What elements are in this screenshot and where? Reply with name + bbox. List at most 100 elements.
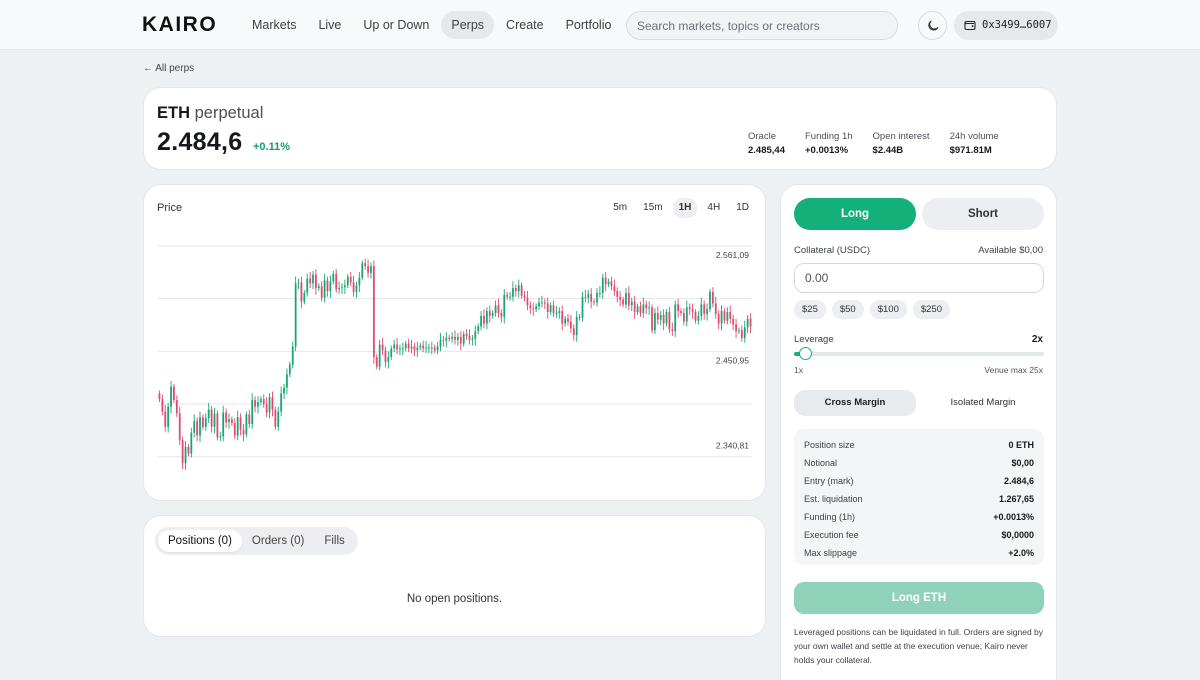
- price-change: +0.11%: [253, 141, 291, 153]
- wallet-button[interactable]: 0x3499…6007: [954, 11, 1058, 40]
- leverage-label: Leverage: [794, 334, 834, 345]
- candle-body: [372, 266, 375, 358]
- candle-body: [158, 393, 161, 400]
- candle-body: [274, 409, 277, 427]
- quick-amount-25[interactable]: $25: [794, 300, 826, 319]
- leverage-slider[interactable]: [794, 347, 1044, 360]
- summary-value: 0 ETH: [1008, 440, 1034, 450]
- candle-body: [294, 283, 297, 347]
- isolated-margin-button[interactable]: Isolated Margin: [922, 390, 1044, 416]
- tab-fills[interactable]: Fills: [314, 530, 354, 552]
- candle-body: [265, 403, 268, 413]
- mark-price: 2.484,6: [157, 128, 243, 156]
- candle-body: [717, 313, 720, 324]
- submit-long-eth-button[interactable]: Long ETH: [794, 582, 1044, 614]
- candle-body: [570, 321, 572, 329]
- candle-body: [233, 423, 236, 436]
- nav-link-create[interactable]: Create: [496, 11, 554, 39]
- candle-body: [384, 350, 387, 362]
- quick-amount-100[interactable]: $100: [869, 300, 907, 319]
- candle-body: [297, 282, 300, 284]
- nav-link-markets[interactable]: Markets: [242, 11, 306, 39]
- candle-body: [485, 311, 488, 324]
- summary-value: 2.484,6: [1003, 476, 1034, 486]
- candle-body: [199, 417, 201, 436]
- candle-body: [323, 280, 326, 298]
- search-input[interactable]: Search markets, topics or creators: [626, 11, 898, 40]
- timeframe-1d[interactable]: 1D: [730, 198, 755, 218]
- candle-body: [546, 303, 549, 313]
- candle-body: [210, 409, 213, 427]
- candle-body: [529, 305, 532, 309]
- candle-body: [225, 412, 227, 423]
- y-tick-label: 2.561,09: [716, 250, 749, 260]
- leverage-slider-thumb[interactable]: [798, 347, 812, 360]
- candle-body: [257, 401, 259, 407]
- nav-links: Markets Live Up or Down Perps Create Por…: [242, 11, 621, 39]
- positions-card: Positions (0) Orders (0) Fills No open p…: [143, 515, 766, 637]
- nav-link-live[interactable]: Live: [308, 11, 351, 39]
- stat-value: 2.485,44: [748, 145, 785, 156]
- candle-body: [564, 318, 567, 324]
- theme-toggle-button[interactable]: [918, 11, 947, 40]
- timeframe-4h[interactable]: 4H: [701, 198, 726, 218]
- candle-body: [303, 292, 306, 302]
- order-summary: Position size 0 ETH Notional $0,00 Entry (…: [794, 429, 1044, 565]
- stat-label: 24h volume: [949, 131, 999, 142]
- candle-body: [312, 274, 314, 284]
- candle-body: [239, 417, 242, 430]
- candle-body: [549, 305, 552, 313]
- candle-body: [219, 436, 222, 438]
- candle-body: [512, 288, 514, 297]
- candle-body: [381, 344, 384, 351]
- candle-body: [459, 336, 462, 344]
- back-link-all-perps[interactable]: ← All perps: [143, 63, 194, 74]
- candle-body: [738, 330, 740, 332]
- tab-orders[interactable]: Orders (0): [242, 530, 314, 552]
- candle-body: [164, 411, 167, 427]
- long-button[interactable]: Long: [794, 198, 916, 230]
- price-chart[interactable]: 2.561,09 2.450,95 2.340,81: [144, 185, 765, 500]
- candle-body: [230, 419, 233, 424]
- timeframe-5m[interactable]: 5m: [607, 198, 633, 218]
- nav-link-perps[interactable]: Perps: [441, 11, 495, 39]
- candle-body: [668, 312, 671, 330]
- candle-body: [170, 386, 172, 407]
- candle-body: [517, 285, 520, 292]
- logo[interactable]: KAIRO: [142, 13, 217, 37]
- candle-body: [503, 294, 506, 317]
- candle-body: [173, 386, 175, 401]
- quick-amount-250[interactable]: $250: [912, 300, 950, 319]
- candle-body: [535, 306, 538, 310]
- candle-body: [598, 292, 601, 294]
- candle-body: [410, 346, 413, 349]
- stat-open-interest: Open interest $2.44B: [873, 131, 930, 157]
- candle-body: [711, 291, 714, 304]
- candle-body: [317, 286, 320, 289]
- leverage-min: 1x: [794, 365, 803, 375]
- nav-link-up-or-down[interactable]: Up or Down: [353, 11, 439, 39]
- candle-body: [280, 393, 283, 412]
- candle-body: [254, 400, 256, 407]
- candle-body: [483, 315, 485, 324]
- quick-amount-50[interactable]: $50: [831, 300, 864, 319]
- candle-body: [729, 312, 732, 319]
- candle-body: [665, 312, 668, 324]
- candle-body: [228, 419, 230, 423]
- collateral-label: Collateral (USDC): [794, 245, 871, 256]
- candle-body: [714, 303, 717, 314]
- candle-body: [306, 278, 309, 293]
- tab-positions[interactable]: Positions (0): [158, 530, 242, 552]
- candle-body: [442, 339, 445, 341]
- candle-body: [291, 346, 294, 365]
- collateral-input[interactable]: 0.00: [794, 263, 1044, 293]
- cross-margin-button[interactable]: Cross Margin: [794, 390, 916, 416]
- timeframe-1h[interactable]: 1H: [672, 198, 698, 218]
- nav-link-portfolio[interactable]: Portfolio: [556, 11, 622, 39]
- candle-body: [746, 318, 749, 328]
- timeframe-15m[interactable]: 15m: [637, 198, 668, 218]
- candle-body: [523, 295, 526, 298]
- short-button[interactable]: Short: [922, 198, 1044, 230]
- candle-body: [683, 313, 685, 322]
- candle-body: [387, 357, 390, 362]
